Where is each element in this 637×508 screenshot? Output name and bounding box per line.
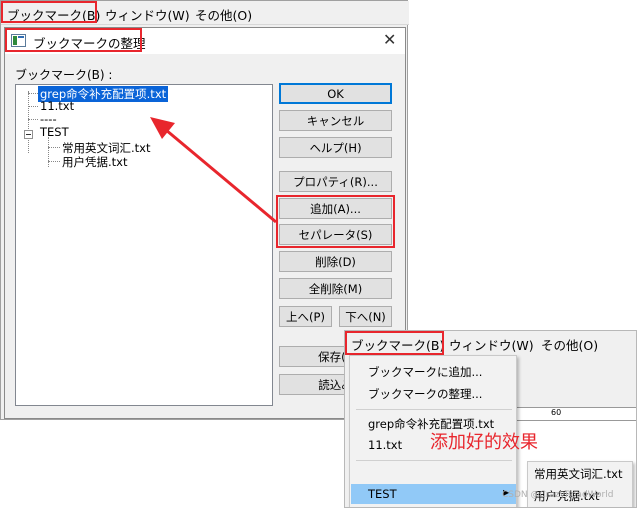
menu-organize-bookmarks[interactable]: ブックマークの整理...	[368, 386, 482, 402]
result-screenshot: ブックマーク(B) ウィンドウ(W) その他(O) 60 ブックマークに追加..…	[344, 330, 637, 508]
result-caption: 添加好的效果	[430, 432, 538, 453]
test-submenu: 常用英文词汇.txt 用户凭据.txt	[527, 461, 633, 507]
submenu-item[interactable]: 常用英文词汇.txt	[534, 466, 622, 482]
result-menu-window[interactable]: ウィンドウ(W)	[449, 335, 534, 354]
menu-test-label: TEST	[368, 487, 397, 501]
menu-test-folder[interactable]: TEST ▶	[351, 484, 516, 504]
menu-separator	[356, 409, 512, 410]
menu-add-bookmark[interactable]: ブックマークに追加...	[368, 364, 482, 380]
highlight-result-menu	[345, 331, 444, 355]
ruler-label: 60	[551, 408, 562, 417]
menu-bookmark-entry[interactable]: 11.txt	[368, 438, 402, 452]
result-menu-other[interactable]: その他(O)	[541, 335, 598, 354]
watermark: CSDN @CrazyRoadWorld	[502, 490, 614, 500]
menu-separator	[356, 460, 512, 461]
